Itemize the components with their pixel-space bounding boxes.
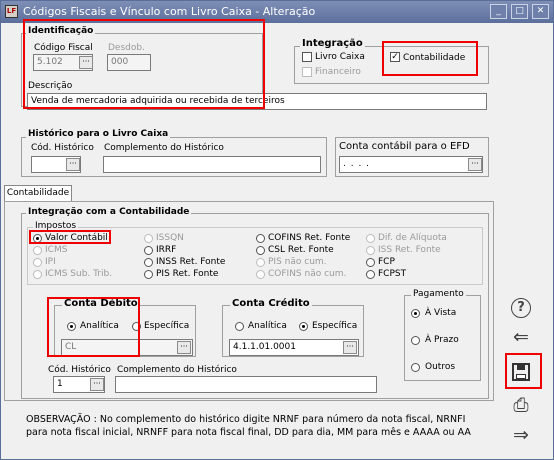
a-prazo-label: À Prazo	[425, 335, 459, 345]
tab-contabilidade[interactable]: Contabilidade	[4, 185, 72, 202]
fcpst-label: FCPST	[378, 269, 407, 279]
minimize-button[interactable]: _	[490, 4, 507, 19]
pis-ret-fonte-label: PIS Ret. Fonte	[156, 269, 219, 279]
forward-arrow-icon: ⇒	[513, 424, 529, 446]
outros-radio[interactable]	[411, 363, 420, 372]
csl-ret-fonte-label: CSL Ret. Fonte	[268, 245, 334, 255]
iss-ret-fonte-label: ISS Ret. Fonte	[378, 245, 441, 255]
efd-lookup-button[interactable]: ···	[468, 158, 482, 171]
fcp-radio[interactable]	[366, 258, 375, 267]
credito-especifica-label: Específica	[312, 321, 358, 331]
compl-historico-field[interactable]	[103, 156, 321, 173]
dif-aliquota-radio[interactable]	[366, 234, 375, 243]
compl-historico2-field[interactable]	[115, 376, 377, 393]
window-title: Códigos Fiscais e Vínculo com Livro Caix…	[23, 5, 316, 18]
app-icon: LF	[5, 5, 18, 18]
cod-historico2-label: Cód. Histórico	[48, 365, 111, 375]
outros-label: Outros	[425, 362, 456, 372]
pis-nao-cum-label: PIS não cum.	[268, 257, 327, 267]
valor-contabil-highlight	[29, 230, 111, 244]
next-button[interactable]: ⇒	[507, 421, 535, 449]
livro-caixa-label: Livro Caixa	[315, 52, 365, 62]
csl-ret-fonte-radio[interactable]	[256, 246, 265, 255]
irrf-label: IRRF	[156, 245, 177, 255]
observacao-text: OBSERVAÇÃO : No complemento do histórico…	[26, 414, 471, 438]
identificacao-highlight	[23, 19, 265, 109]
icms-sub-trib-radio[interactable]	[33, 270, 42, 279]
debito-especifica-label: Específica	[144, 321, 190, 331]
icms-sub-trib-label: ICMS Sub. Trib.	[45, 269, 113, 279]
cofins-nao-cum-radio[interactable]	[256, 270, 265, 279]
financeiro-checkbox[interactable]	[302, 67, 312, 77]
iss-ret-fonte-radio[interactable]	[366, 246, 375, 255]
cofins-ret-fonte-label: COFINS Ret. Fonte	[268, 233, 351, 243]
issqn-radio[interactable]	[144, 234, 153, 243]
close-button[interactable]: ✕	[532, 4, 549, 19]
fcp-label: FCP	[378, 257, 395, 267]
maximize-button[interactable]: □	[511, 4, 528, 19]
inss-ret-fonte-radio[interactable]	[144, 258, 153, 267]
conta-credito-label: Conta Crédito	[230, 298, 312, 309]
cofins-nao-cum-label: COFINS não cum.	[268, 269, 347, 279]
compl-historico-label: Complemento do Histórico	[104, 143, 224, 153]
issqn-label: ISSQN	[156, 233, 184, 243]
cod-historico-label: Cód. Histórico	[31, 143, 94, 153]
a-vista-label: À Vista	[425, 308, 457, 318]
cod-historico2-lookup-button[interactable]: ···	[90, 378, 104, 391]
back-arrow-icon: ⇐	[513, 326, 529, 348]
irrf-radio[interactable]	[144, 246, 153, 255]
credito-especifica-radio[interactable]	[299, 322, 308, 331]
efd-label: Conta contábil para o EFD	[339, 141, 470, 152]
cod-historico-lookup-button[interactable]: ···	[66, 158, 80, 171]
integracao-contabilidade-label: Integração com a Contabilidade	[26, 207, 192, 217]
print-button[interactable]: ⎙	[507, 391, 535, 419]
a-prazo-radio[interactable]	[411, 336, 420, 345]
conta-credito-field[interactable]: 4.1.1.01.0001	[229, 339, 359, 356]
credito-analitica-radio[interactable]	[235, 322, 244, 331]
compl-historico2-label: Complemento do Histórico	[117, 365, 237, 375]
conta-credito-lookup-button[interactable]: ···	[343, 341, 357, 354]
back-button[interactable]: ⇐	[507, 323, 535, 351]
a-vista-radio[interactable]	[411, 309, 420, 318]
contabilidade-highlight	[382, 41, 478, 76]
historico-label: Histórico para o Livro Caixa	[26, 129, 171, 139]
pagamento-label: Pagamento	[411, 289, 466, 299]
pis-nao-cum-radio[interactable]	[256, 258, 265, 267]
integracao-label: Integração	[300, 38, 365, 49]
help-icon: ?	[511, 298, 531, 318]
fcpst-radio[interactable]	[366, 270, 375, 279]
dif-aliquota-label: Dif. de Alíquota	[378, 233, 447, 243]
ipi-radio[interactable]	[33, 258, 42, 267]
credito-analitica-label: Analítica	[248, 321, 287, 331]
icms-radio[interactable]	[33, 246, 42, 255]
ipi-label: IPI	[45, 257, 56, 267]
help-button[interactable]: ?	[507, 291, 535, 319]
main-window: LF Códigos Fiscais e Vínculo com Livro C…	[0, 0, 554, 460]
conta-debito-lookup-button[interactable]: ···	[177, 341, 191, 354]
inss-ret-fonte-label: INSS Ret. Fonte	[156, 257, 226, 267]
save-highlight	[505, 353, 542, 389]
financeiro-label: Financeiro	[315, 67, 361, 77]
print-icon: ⎙	[513, 394, 529, 416]
efd-field[interactable]: . . . .	[339, 156, 483, 173]
conta-debito-highlight	[47, 297, 140, 357]
cofins-ret-fonte-radio[interactable]	[256, 234, 265, 243]
icms-label: ICMS	[45, 245, 68, 255]
pis-ret-fonte-radio[interactable]	[144, 270, 153, 279]
livro-caixa-checkbox[interactable]	[302, 52, 312, 62]
